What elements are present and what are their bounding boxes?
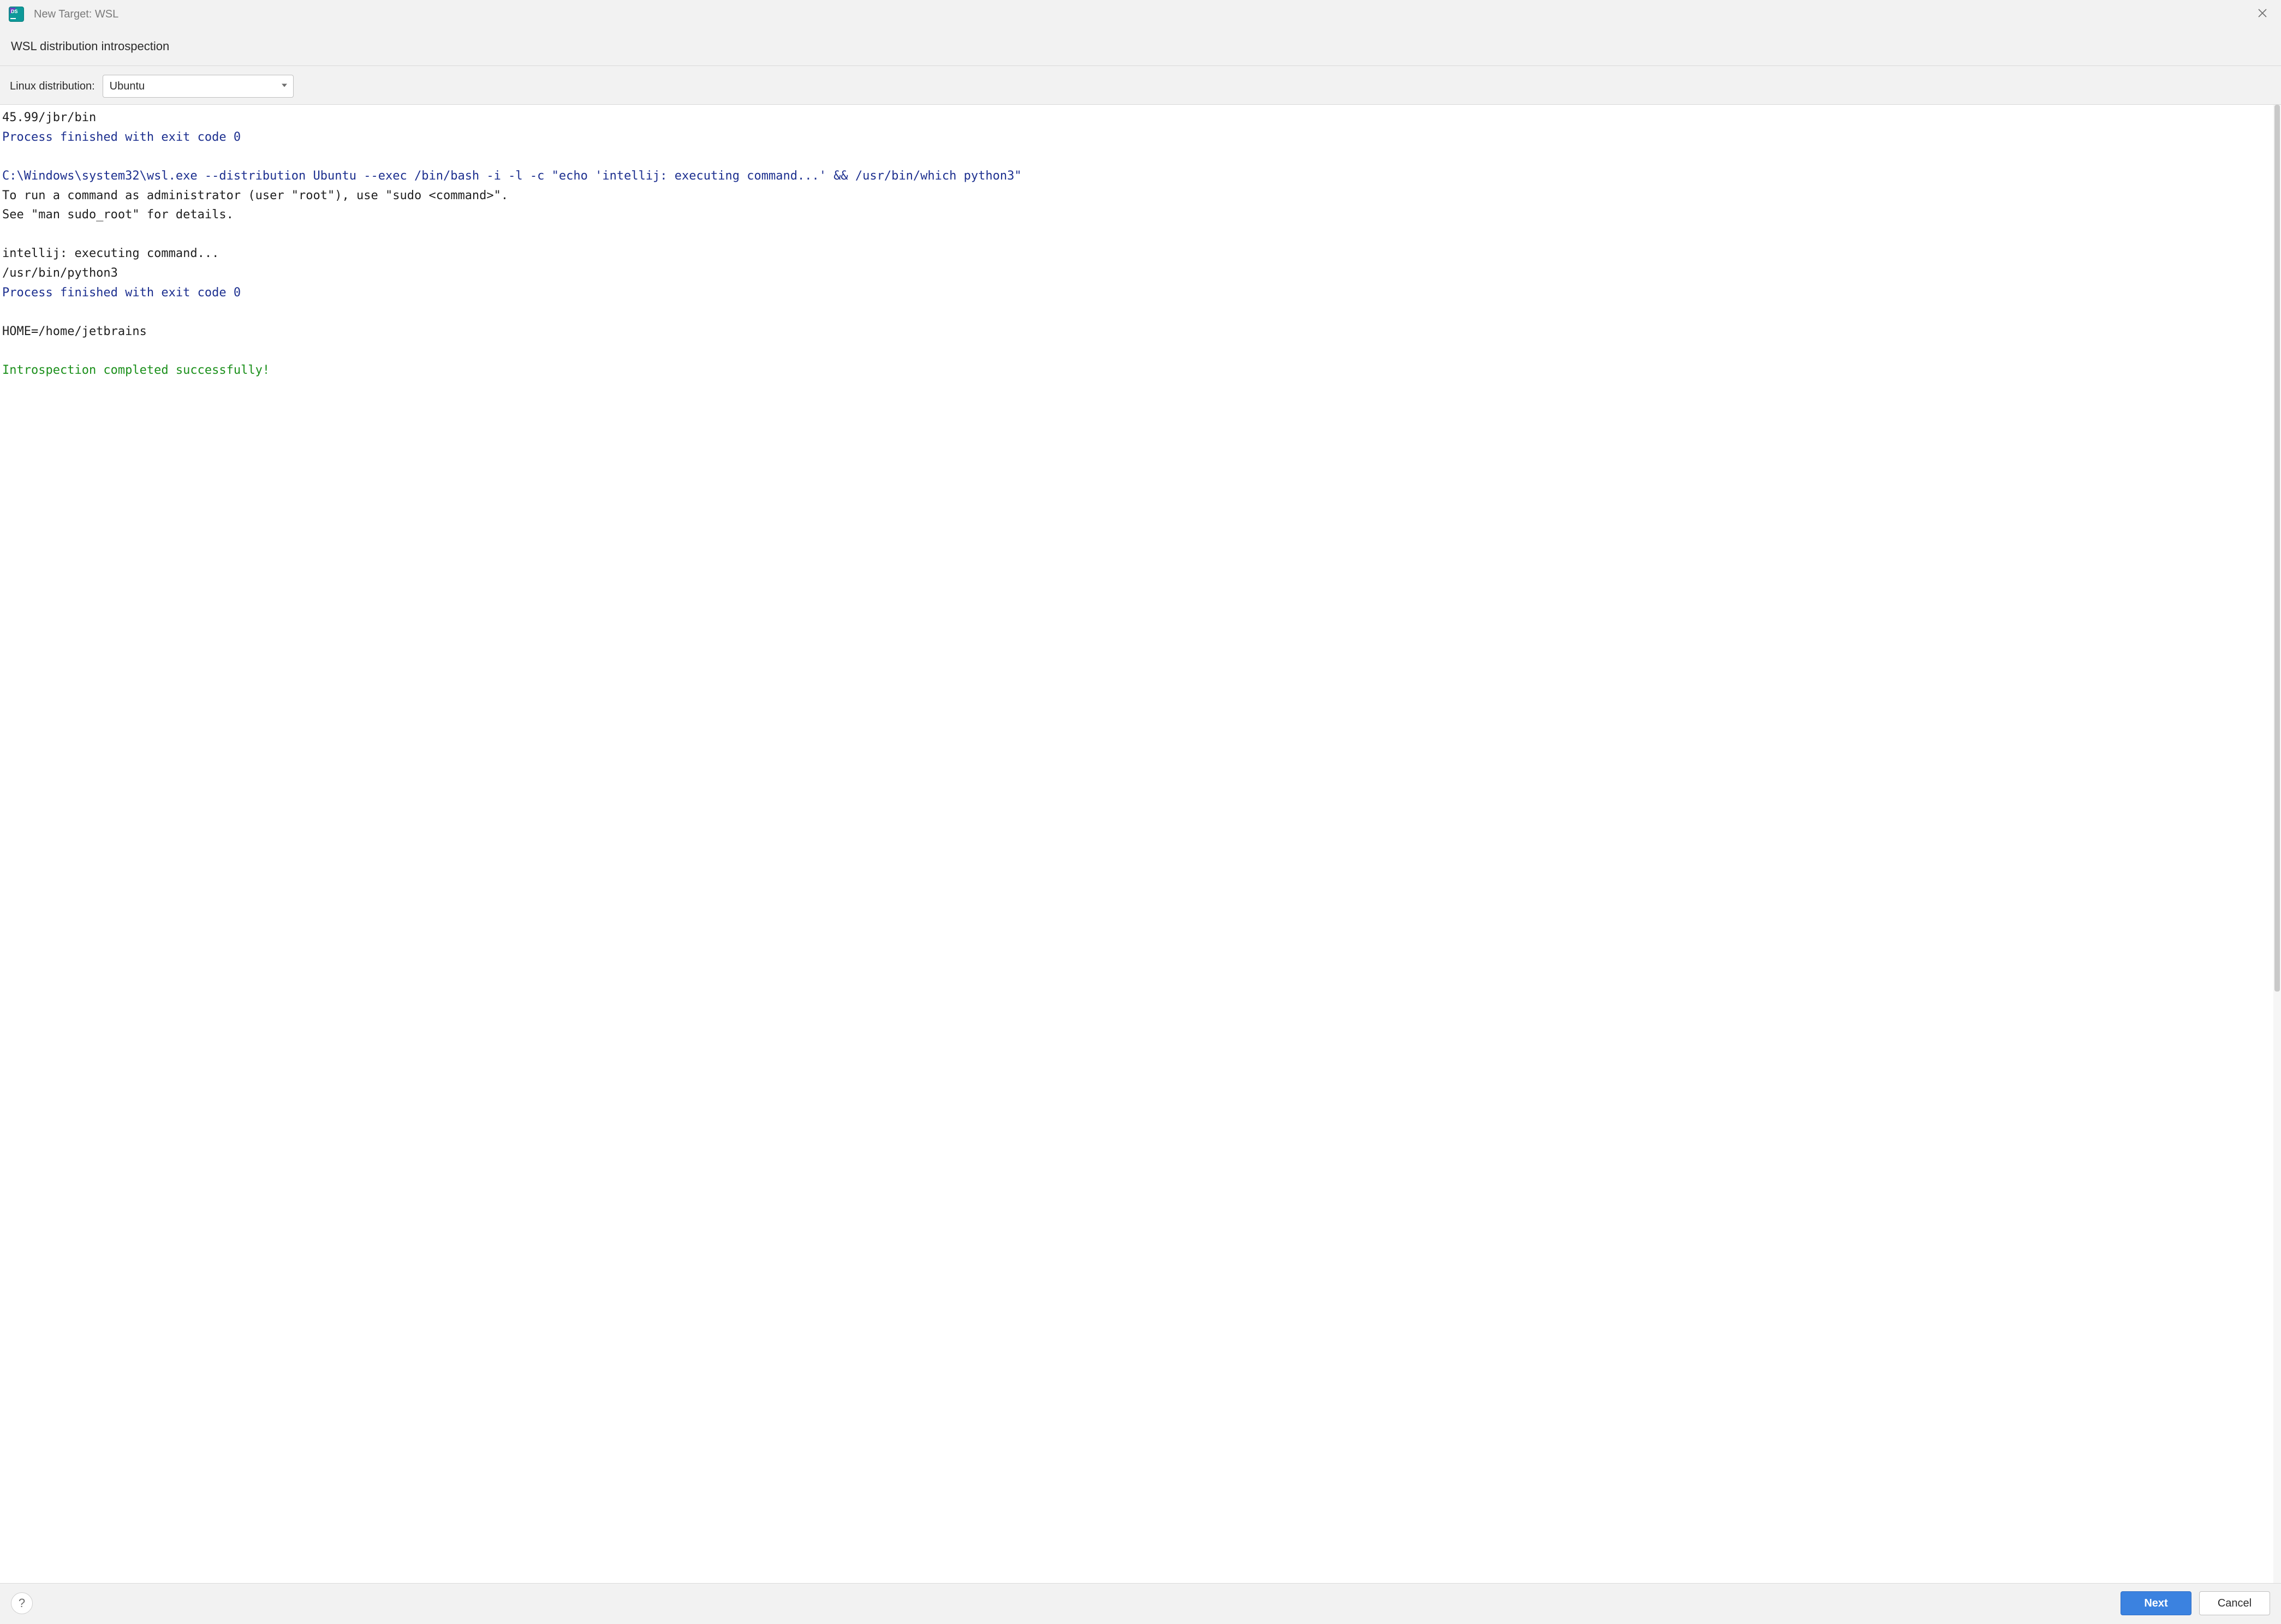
linux-distribution-combo[interactable] (103, 75, 294, 98)
scrollbar[interactable] (2273, 105, 2281, 1583)
console-line: Process finished with exit code 0 (2, 283, 2271, 303)
console-line: intellij: executing command... (2, 244, 2271, 264)
close-icon (2257, 8, 2268, 19)
app-icon: DS (9, 7, 24, 22)
svg-text:DS: DS (11, 9, 18, 14)
console-line: /usr/bin/python3 (2, 264, 2271, 283)
scrollbar-thumb[interactable] (2274, 105, 2280, 992)
titlebar: DS New Target: WSL (0, 0, 2281, 26)
page-heading: WSL distribution introspection (0, 26, 2281, 66)
console-line: HOME=/home/jetbrains (2, 322, 2271, 342)
console-line: 45.99/jbr/bin (2, 108, 2271, 128)
linux-distribution-label: Linux distribution: (10, 80, 95, 93)
console-wrap: 45.99/jbr/binProcess finished with exit … (0, 105, 2281, 1583)
console-line: C:\Windows\system32\wsl.exe --distributi… (2, 166, 2271, 186)
next-button[interactable]: Next (2121, 1591, 2191, 1615)
help-button[interactable]: ? (11, 1592, 33, 1614)
console-output[interactable]: 45.99/jbr/binProcess finished with exit … (0, 105, 2273, 1583)
console-line: See "man sudo_root" for details. (2, 205, 2271, 225)
linux-distribution-input[interactable] (103, 75, 294, 98)
console-line: To run a command as administrator (user … (2, 186, 2271, 206)
config-row: Linux distribution: (0, 66, 2281, 105)
footer: ? Next Cancel (0, 1583, 2281, 1624)
console-line (2, 302, 2271, 322)
console-line: Introspection completed successfully! (2, 361, 2271, 380)
console-line (2, 225, 2271, 244)
console-line (2, 342, 2271, 361)
console-line: Process finished with exit code 0 (2, 128, 2271, 147)
close-button[interactable] (2253, 5, 2272, 23)
console-line (2, 147, 2271, 166)
cancel-button[interactable]: Cancel (2199, 1591, 2270, 1615)
window-title: New Target: WSL (34, 8, 2253, 21)
